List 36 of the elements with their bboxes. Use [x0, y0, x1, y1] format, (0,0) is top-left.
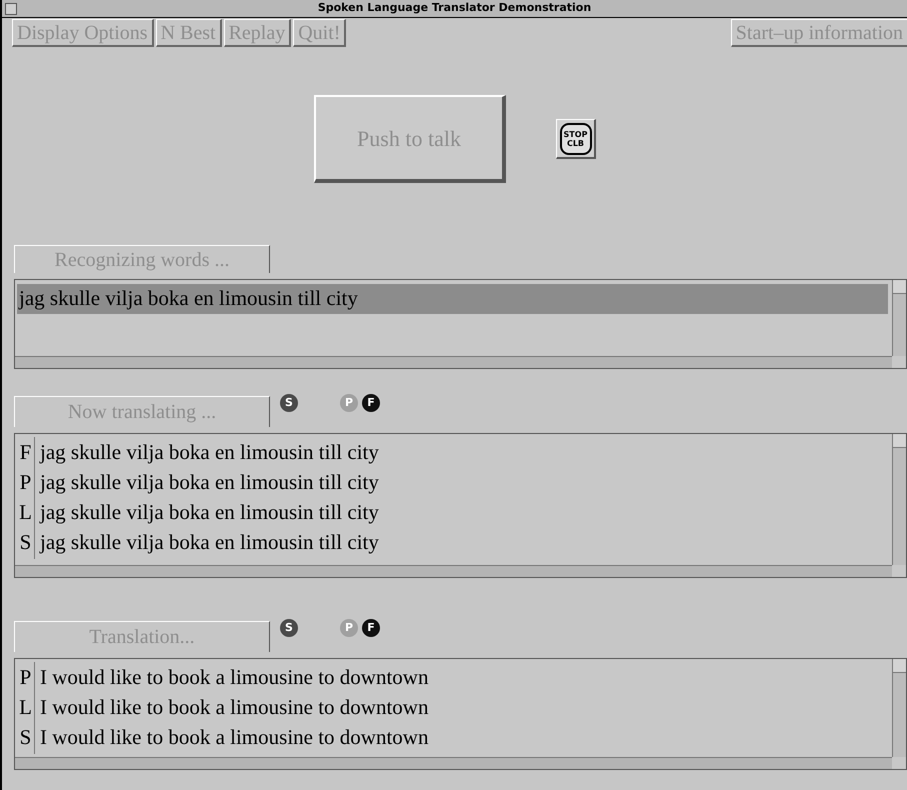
status-label: Translation... — [14, 621, 270, 652]
row-text: jag skulle vilja boka en limousin till city — [17, 285, 358, 312]
status-label: Now translating ... — [14, 396, 270, 427]
row-tag: L — [17, 497, 35, 529]
vertical-scrollbar[interactable] — [892, 659, 906, 757]
row-text: jag skulle vilja boka en limousin till city — [38, 529, 379, 556]
row-text: I would like to book a limousine to downtown — [39, 724, 428, 752]
row-text: I would like to book a limousine to downtown — [39, 664, 428, 692]
row-text: jag skulle vilja boka en limousin till city — [38, 439, 379, 466]
stop-sign-text: STOP — [564, 130, 588, 138]
row-tag: S — [17, 722, 35, 754]
row-text: jag skulle vilja boka en limousin till city — [38, 499, 379, 526]
vertical-scrollbar[interactable] — [892, 280, 906, 356]
status-indicator: F — [362, 394, 380, 412]
stop-sign-text: CLB — [566, 138, 584, 148]
row-tag: P — [17, 662, 35, 694]
row-text: I would like to book a limousine to downtown — [39, 694, 428, 722]
row-tag: L — [17, 692, 35, 724]
window-menu-icon[interactable] — [5, 2, 17, 14]
row-tag: P — [17, 467, 35, 499]
status-indicator: F — [362, 619, 380, 637]
selected-row[interactable]: jag skulle vilja boka en limousin till city — [17, 284, 888, 314]
row-text: jag skulle vilja boka en limousin till city — [38, 469, 379, 496]
horizontal-scrollbar[interactable] — [15, 757, 892, 769]
horizontal-scrollbar[interactable] — [15, 356, 892, 368]
status-indicator: P — [340, 619, 358, 637]
vertical-scrollbar[interactable] — [892, 434, 906, 565]
window-title: Spoken Language Translator Demonstration — [318, 1, 592, 14]
stop-button[interactable]: STOP CLB — [556, 119, 596, 159]
row-tag: S — [17, 527, 35, 559]
status-indicator: P — [340, 394, 358, 412]
row-tag: F — [17, 437, 35, 469]
horizontal-scrollbar[interactable] — [15, 565, 892, 577]
status-indicator: S — [280, 394, 298, 412]
status-label: Recognizing words ... — [14, 245, 270, 273]
status-indicator: S — [280, 619, 298, 637]
